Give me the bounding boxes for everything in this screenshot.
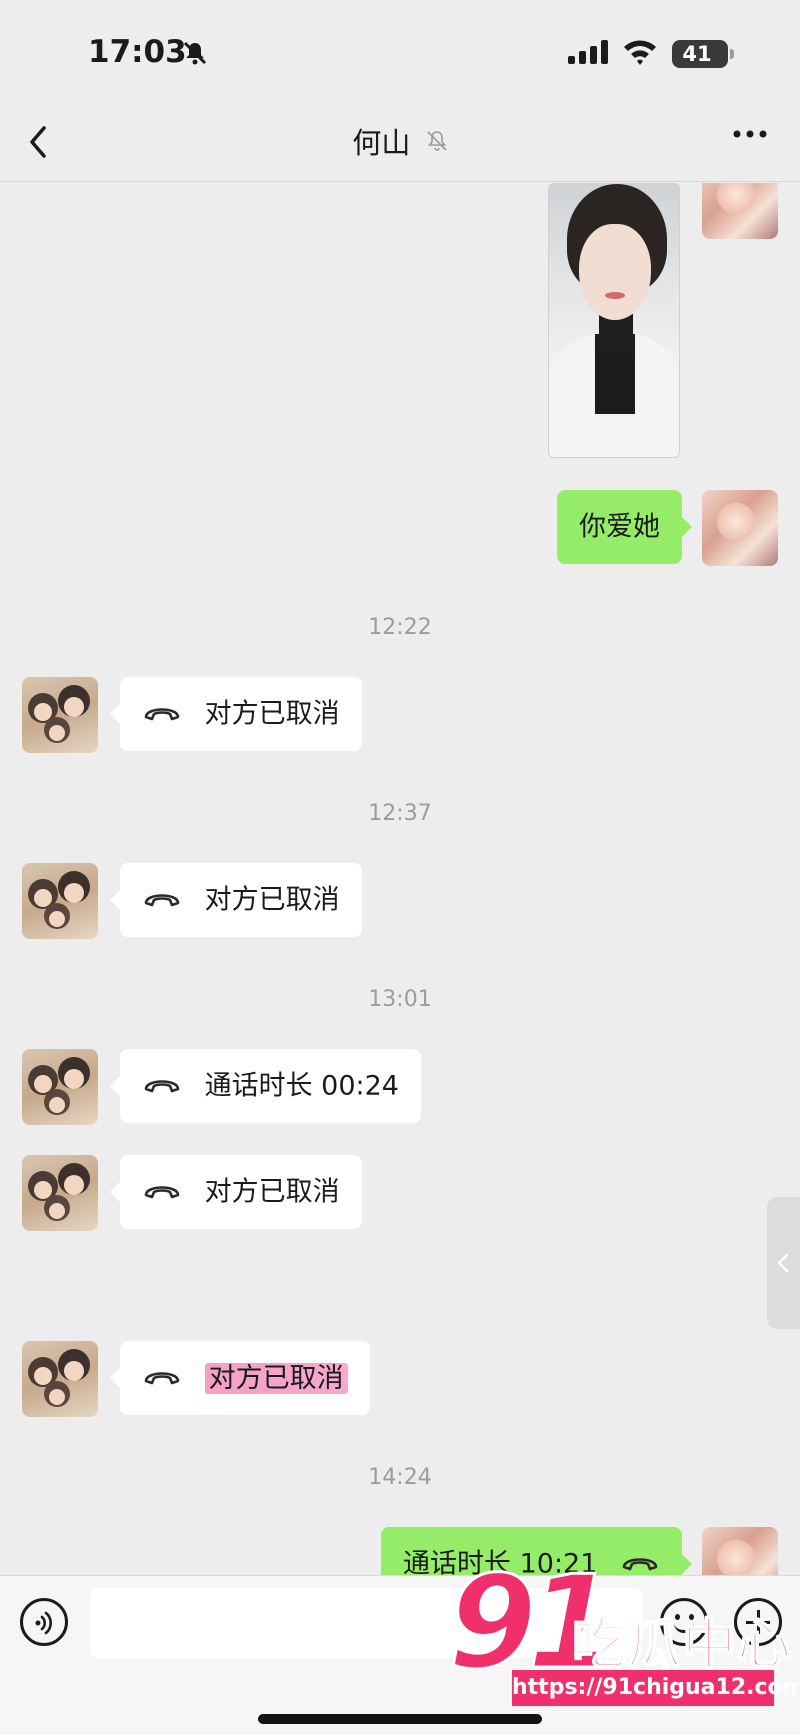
chevron-left-icon (777, 1253, 789, 1273)
battery-level: 41 (682, 42, 712, 66)
avatar[interactable] (702, 490, 778, 566)
more-dots-icon[interactable] (732, 128, 768, 140)
call-status-text: 对方已取消 (204, 1362, 348, 1394)
call-message[interactable]: 通话时长 00:24 (110, 1049, 421, 1123)
message-text: 你爱她 (579, 511, 660, 543)
call-message[interactable]: 对方已取消 (110, 677, 362, 751)
side-drawer-tab[interactable] (767, 1197, 800, 1329)
bell-off-icon (427, 131, 447, 151)
timestamp: 13:01 (368, 987, 432, 1012)
call-message[interactable]: 对方已取消 (110, 863, 362, 937)
message-bubble[interactable]: 你爱她 (557, 490, 692, 564)
avatar[interactable] (22, 1049, 98, 1125)
call-status-text: 通话时长 00:24 (204, 1070, 399, 1102)
phone-hangup-icon (144, 707, 180, 720)
home-indicator (258, 1714, 542, 1724)
battery-icon: 41 (672, 40, 734, 68)
timestamp: 12:37 (368, 801, 432, 826)
avatar[interactable] (22, 1155, 98, 1231)
phone-hangup-icon (144, 893, 180, 906)
avatar[interactable] (22, 677, 98, 753)
contact-name: 何山 (352, 126, 411, 160)
status-time: 17:03 (88, 34, 187, 70)
signal-icon (568, 40, 608, 64)
phone-hangup-icon (622, 1557, 658, 1570)
image-message[interactable] (548, 183, 680, 458)
timestamp: 14:24 (368, 1465, 432, 1490)
phone-hangup-icon (144, 1185, 180, 1198)
watermark-url: https://91chigua12.com (512, 1670, 800, 1706)
phone-hangup-icon (144, 1371, 180, 1384)
voice-icon[interactable] (20, 1598, 68, 1646)
bell-off-icon (183, 41, 207, 65)
timestamp: 12:22 (368, 615, 432, 640)
watermark-brand: 吃瓜中心 (571, 1612, 792, 1677)
phone-hangup-icon (144, 1079, 180, 1092)
call-status-text: 对方已取消 (204, 1176, 340, 1208)
chat-title: 何山 (0, 120, 800, 162)
call-message[interactable]: 对方已取消 (110, 1341, 370, 1415)
chat-header: 何山 (0, 100, 800, 182)
avatar[interactable] (22, 863, 98, 939)
message-list[interactable]: 你爱她 12:22 对方已取消 12:37 对方已取消 13:01 通话时长 0… (0, 183, 800, 1575)
call-status-text: 对方已取消 (204, 884, 340, 916)
avatar[interactable] (22, 1341, 98, 1417)
wifi-icon (624, 40, 656, 65)
avatar[interactable] (702, 1527, 778, 1575)
avatar[interactable] (702, 183, 778, 239)
call-message[interactable]: 对方已取消 (110, 1155, 362, 1229)
call-status-text: 对方已取消 (204, 698, 340, 730)
status-bar: 17:03 41 (0, 0, 800, 100)
